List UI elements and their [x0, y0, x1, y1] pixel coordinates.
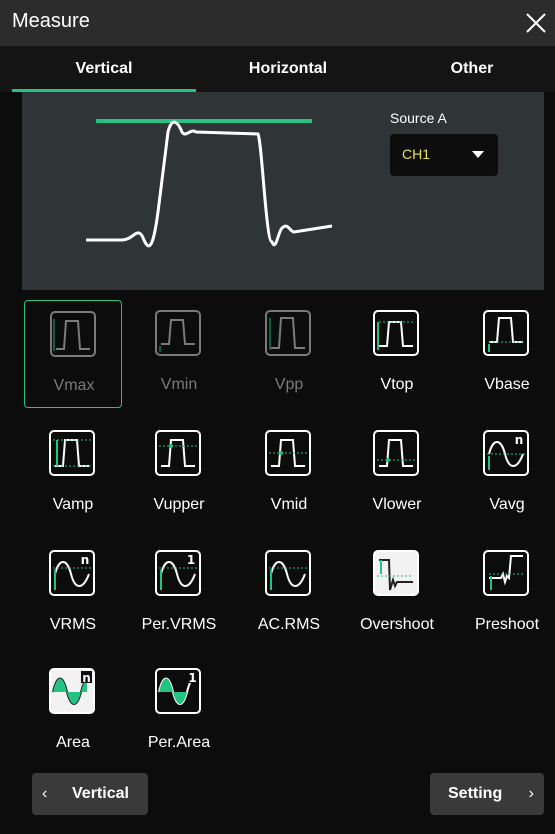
- measure-label: Vbase: [484, 376, 530, 393]
- svg-text:n: n: [515, 433, 524, 447]
- measure-item-vlower[interactable]: Vlower: [348, 420, 446, 528]
- tab-vertical[interactable]: Vertical: [12, 46, 196, 92]
- back-button-label: Vertical: [72, 785, 129, 802]
- measure-item-area[interactable]: n Area: [24, 658, 122, 766]
- measure-item-per-vrms[interactable]: 1 Per.VRMS: [130, 540, 228, 648]
- vavg-icon: n: [483, 430, 529, 476]
- per-vrms-icon: 1: [155, 550, 201, 596]
- vrms-icon: n: [49, 550, 95, 596]
- chevron-down-icon: [472, 151, 484, 158]
- window-title: Measure: [12, 10, 90, 32]
- measure-label: Per.Area: [147, 734, 211, 751]
- vtop-icon: [373, 310, 419, 356]
- close-icon[interactable]: [521, 8, 551, 38]
- measure-item-ac-rms[interactable]: AC.RMS: [240, 540, 338, 648]
- measure-item-vmax[interactable]: Vmax: [24, 300, 122, 408]
- title-bar: Measure: [0, 0, 555, 46]
- waveform-illustration: [86, 119, 333, 248]
- measure-item-vupper[interactable]: Vupper: [130, 420, 228, 528]
- vbase-icon: [483, 310, 529, 356]
- measure-item-vmid[interactable]: Vmid: [240, 420, 338, 528]
- measure-item-per-area[interactable]: 1 Per.Area: [130, 658, 228, 766]
- measure-label: Preshoot: [474, 616, 540, 633]
- setting-button[interactable]: Setting ›: [430, 773, 544, 815]
- vamp-icon: [49, 430, 95, 476]
- overshoot-icon: [373, 550, 419, 596]
- source-a-value: CH1: [402, 146, 431, 162]
- tab-bar: Vertical Horizontal Other: [0, 46, 555, 92]
- measure-item-vmin[interactable]: Vmin: [130, 300, 228, 408]
- measurement-preview: Source A CH1: [22, 92, 544, 290]
- measure-item-preshoot[interactable]: Preshoot: [458, 540, 555, 648]
- svg-text:1: 1: [187, 553, 195, 567]
- vmin-icon: [155, 310, 201, 356]
- source-a-label: Source A: [390, 110, 447, 126]
- vmid-icon: [265, 430, 311, 476]
- measure-label: Vavg: [489, 496, 525, 513]
- setting-button-label: Setting: [448, 785, 503, 802]
- vpp-icon: [265, 310, 311, 356]
- ac-rms-icon: [265, 550, 311, 596]
- measure-item-vbase[interactable]: Vbase: [458, 300, 555, 408]
- back-vertical-button[interactable]: ‹ Vertical: [32, 773, 148, 815]
- area-icon: n: [49, 668, 95, 714]
- preshoot-icon: [483, 550, 529, 596]
- measure-item-vamp[interactable]: Vamp: [24, 420, 122, 528]
- vmax-icon: [50, 311, 96, 357]
- measure-item-vpp[interactable]: Vpp: [240, 300, 338, 408]
- svg-text:n: n: [82, 671, 91, 685]
- svg-text:n: n: [81, 553, 90, 567]
- chevron-right-icon: ›: [528, 785, 534, 802]
- tab-other[interactable]: Other: [380, 46, 555, 92]
- tab-horizontal[interactable]: Horizontal: [196, 46, 380, 92]
- vupper-icon: [155, 430, 201, 476]
- svg-text:1: 1: [188, 671, 196, 685]
- measure-item-vtop[interactable]: Vtop: [348, 300, 446, 408]
- source-a-select[interactable]: CH1: [390, 134, 498, 176]
- measure-item-vrms[interactable]: n VRMS: [24, 540, 122, 648]
- measure-item-overshoot[interactable]: Overshoot: [348, 540, 446, 648]
- chevron-left-icon: ‹: [42, 785, 48, 802]
- measure-item-vavg[interactable]: n Vavg: [458, 420, 555, 528]
- vlower-icon: [373, 430, 419, 476]
- per-area-icon: 1: [155, 668, 201, 714]
